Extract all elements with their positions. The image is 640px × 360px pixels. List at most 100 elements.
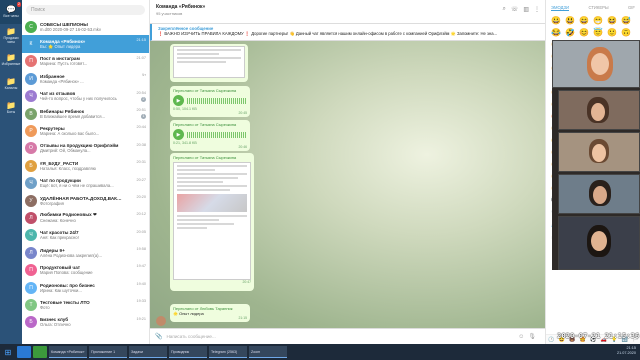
chat-row[interactable]: О Отзывы на продукцию Орифлэйм Дмитрий: Ой… [22,140,149,157]
voice-message[interactable]: Переслано от Татьяна Сырезкина ▶ 0:50, 1… [170,86,250,117]
chat-row[interactable]: Ч Чат из отзывов Чей-то вопрос, чтобы у ни… [22,88,149,105]
taskbar-app[interactable]: Telegram (2563) [209,346,247,358]
pinned-message[interactable]: Закреплённое сообщение ❗ ВАЖНО ИЗУЧИТЬ П… [150,24,545,41]
chat-time: 21:07 [136,55,146,60]
taskbar-app[interactable]: Приложение 1 [89,346,127,358]
folder-item[interactable]: 📁 Боты [0,96,22,120]
forwarded-label: Переслано от Татьяна Сырезкина [173,88,237,93]
chat-time: Чт [141,73,146,78]
folder-item[interactable]: 📁 Избранные [0,48,22,72]
emoji-item[interactable]: 😊 [577,27,591,39]
emoji-item[interactable]: 😄 [577,15,591,27]
system-clock: 21:15 21.07.2020 [617,346,636,356]
tab-stickers[interactable]: СТИКЕРЫ [588,5,608,11]
emoji-item[interactable]: 😃 [563,15,577,27]
emoji-item[interactable]: 😁 [591,15,605,27]
chat-row[interactable]: П Родионовы: про бизнес Ирина: Как шуточки… [22,279,149,296]
chat-row[interactable]: П Пост в инстаграм Марина: Пусть готовят..… [22,53,149,70]
sender-avatar[interactable] [156,316,166,326]
voice-message[interactable]: Переслано от Татьяна Сырезкина ▶ 0:21, 3… [170,120,250,151]
taskbar-app[interactable]: Задачи [129,346,167,358]
microphone-icon[interactable]: 🎙 [528,333,536,340]
phone-icon[interactable]: ☏ [511,6,519,13]
taskbar-app[interactable]: Команда «Рябинок» [49,346,87,358]
chat-row[interactable]: Ч Чат красоты 24/7 Аня: Как прекрасно! 20:0… [22,227,149,244]
search-input[interactable]: Поиск [26,5,145,15]
chat-preview: Снежана: Конечно [40,218,76,224]
chat-row[interactable]: С СОБЕСЫ ШЕПИОНЫ m.d00 2020-09-27 16-02-53… [22,18,149,35]
screenshot-image[interactable] [173,46,245,78]
emoji-item[interactable]: 🙂 [605,27,619,39]
avatar: Ч [25,90,37,103]
chat-row[interactable]: В Вебинары Рябинок В Ближайшее время добав… [22,105,149,122]
emoji-category-icon[interactable]: 🕐 [548,337,554,343]
header-icons: ⌕ ☏ ▥ ⋮ [502,6,540,13]
chat-row[interactable]: Т Тестовые тексты ЛТО Фото 19:33 [22,296,149,313]
text-message[interactable]: Переслано от Любовь Таранник 🌟 Опыт лиде… [170,304,250,322]
more-icon[interactable]: ⋮ [534,6,540,13]
browser-icon[interactable] [17,346,31,358]
chat-time: 20:54 [136,90,146,95]
taskbar-app[interactable]: Zoom [249,346,287,358]
play-icon[interactable]: ▶ [173,95,184,106]
sidebar-toggle-icon[interactable]: ▥ [523,6,529,13]
attach-icon[interactable]: 📎 [155,333,162,340]
windows-start-icon[interactable]: ⊞ [0,344,16,360]
emoji-item[interactable]: 😀 [549,15,563,27]
chat-row[interactable]: Л Любимки Родионовых ❤ Снежана: Конечно 20:… [22,209,149,226]
chat-preview: Фотография [40,200,64,206]
screenshot-message[interactable]: Переслано от Татьяна Сырезкина 20:47 [170,153,254,291]
screenshot-image[interactable] [173,162,251,280]
folder-item[interactable]: 📁 Продажи чаты [0,24,22,48]
message-time: 21:15 [238,316,248,320]
emoji-item[interactable]: 😂 [549,27,563,39]
app-icon[interactable] [33,346,47,358]
chat-preview: Ольга: Отлично [40,322,71,328]
video-tile [558,132,640,172]
avatar: П [25,264,37,277]
chat-row[interactable]: Р Рекрутеры Марина: А сколько вас было... 2… [22,122,149,139]
emoji-item[interactable]: 😆 [605,15,619,27]
message-screenshot-partial[interactable] [170,44,248,82]
avatar: Ч [25,229,37,242]
folder-label: Избранные [1,62,21,66]
chat-row[interactable]: П Продуктовый чат Мария Попова: сообщение 1… [22,261,149,278]
search-icon[interactable]: ⌕ [502,6,505,13]
chat-row[interactable]: Ч Чат по продукции Ещё: вот, я ни о чём не… [22,175,149,192]
chat-list: Поиск С СОБЕСЫ ШЕПИОНЫ m.d00 2020-09-27 16… [22,0,150,344]
waveform[interactable] [187,131,247,138]
chat-preview: m.d00 2020-09-27 16-02-53.mkv [40,26,101,32]
forwarded-label: Переслано от Татьяна Сырезкина [173,155,237,160]
folder-icon: 📁 [6,53,16,62]
tab-emoji[interactable]: ЭМОДЗИ [551,5,570,11]
chat-row[interactable]: Л Лидеры 9+ Алёна Родионова закрепил(а)...… [22,244,149,261]
emoji-item[interactable]: 😇 [591,27,605,39]
folder-item[interactable]: 📁 Каналы [0,72,22,96]
folder-item[interactable]: 💬 Все чаты 2 [0,0,22,24]
message-input[interactable]: Написать сообщение... [166,334,518,339]
taskbar-app[interactable]: Проводник [169,346,207,358]
avatar: Б [25,316,37,329]
waveform[interactable] [187,97,247,104]
avatar: В [25,107,37,120]
emoji-item[interactable]: 🤣 [563,27,577,39]
chat-row[interactable]: Б Бизнес клуб Ольга: Отлично 19:21 [22,314,149,331]
emoji-item[interactable]: 😅 [619,15,633,27]
forwarded-label: Переслано от Татьяна Сырезкина [173,122,237,127]
chat-name: УДАЛЁННАЯ РАБОТА.ДОХОД.ВАКАН... [40,195,122,201]
search-placeholder: Поиск [31,7,45,13]
chat-preview: Ещё: вот, я ни о чём не спрашивала... [40,183,114,189]
chat-row[interactable]: У УДАЛЁННАЯ РАБОТА.ДОХОД.ВАКАН... Фотограф… [22,192,149,209]
emoji-icon[interactable]: ☺ [518,334,524,340]
play-icon[interactable]: ▶ [173,129,184,140]
chat-header[interactable]: Команда «Рябинок» 95 участников ⌕ ☏ ▥ ⋮ [150,0,545,24]
chat-row[interactable]: Б #Я_БУДУ_РАСТИ Наталья: Класс, поздравляю… [22,157,149,174]
chat-row[interactable]: И Избранное Команда «Рябинок» ... Чт [22,70,149,87]
chat-time: 20:31 [136,160,146,165]
chat-preview: Алёна Родионова закрепил(а)... [40,252,103,258]
chat-preview: Марина: А сколько вас было... [40,131,100,137]
chat-row[interactable]: К Команда «Рябинок» Вы: 🌟 Опыт лидера 21:15 [22,35,149,53]
emoji-item[interactable]: 🙃 [619,27,633,39]
avatar: У [25,194,37,207]
tab-gif[interactable]: GIF [628,5,635,11]
